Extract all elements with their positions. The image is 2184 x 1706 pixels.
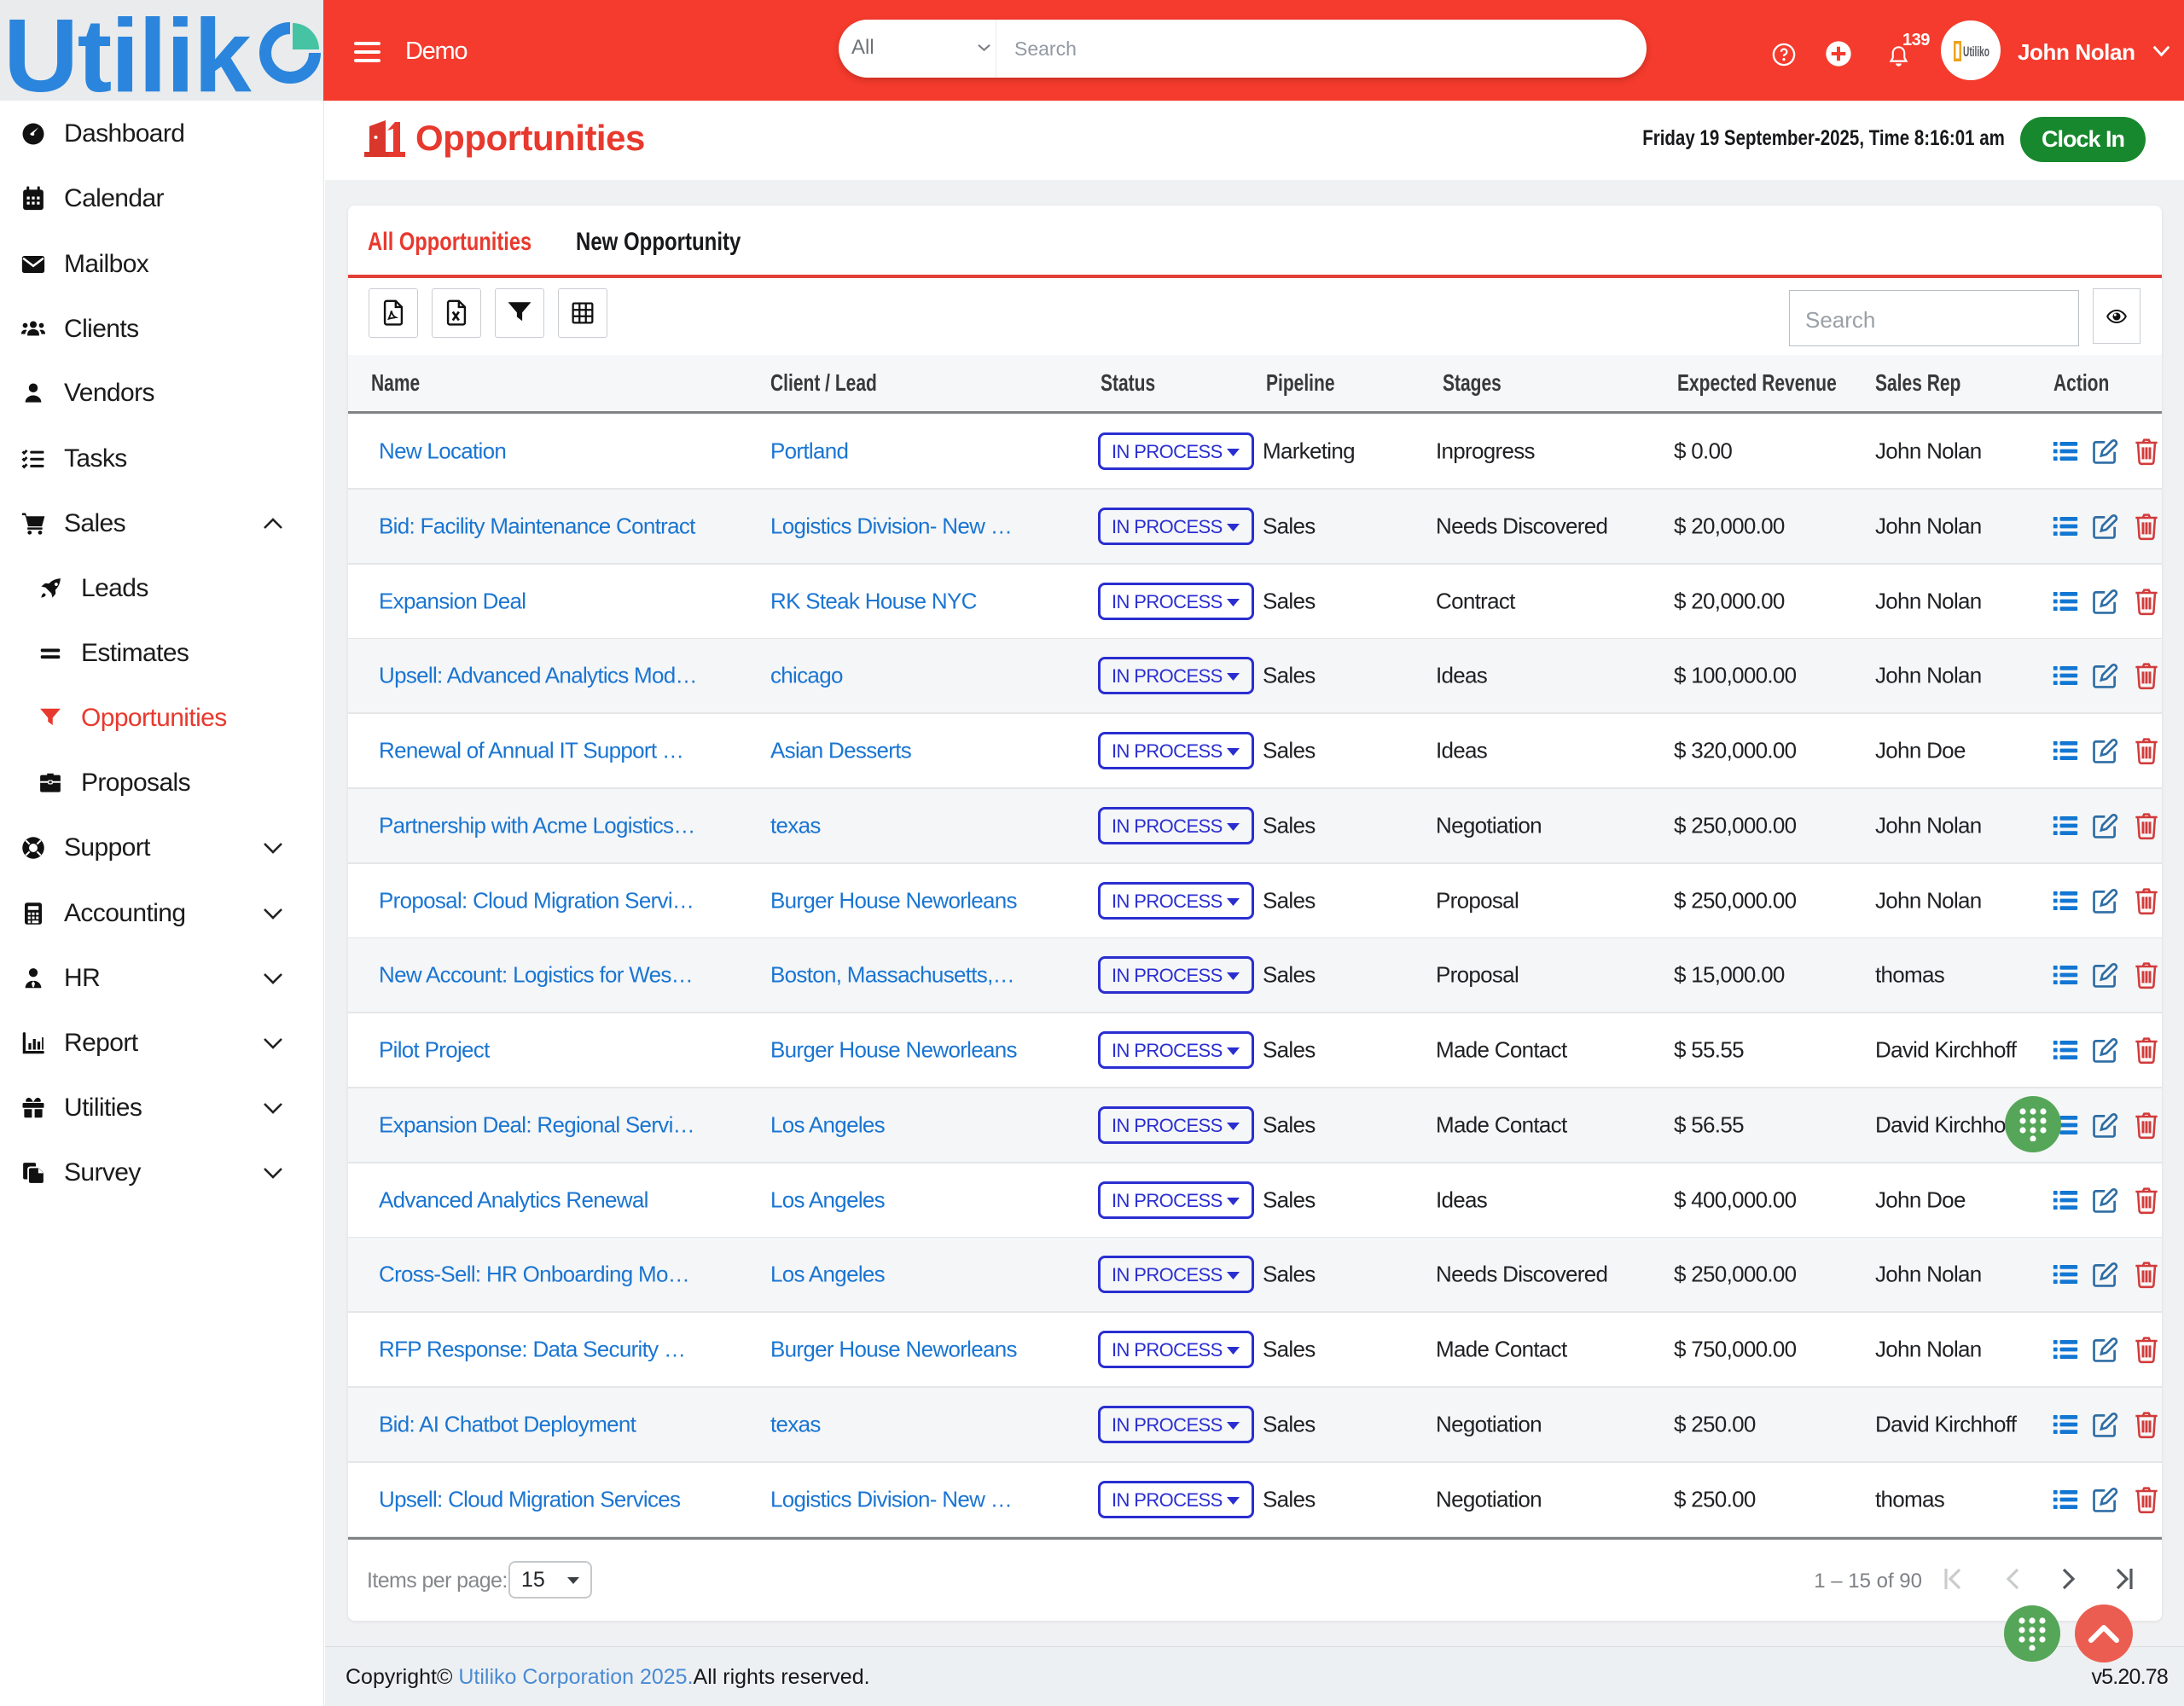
svg-text:Utiliko: Utiliko [1963, 44, 1989, 60]
